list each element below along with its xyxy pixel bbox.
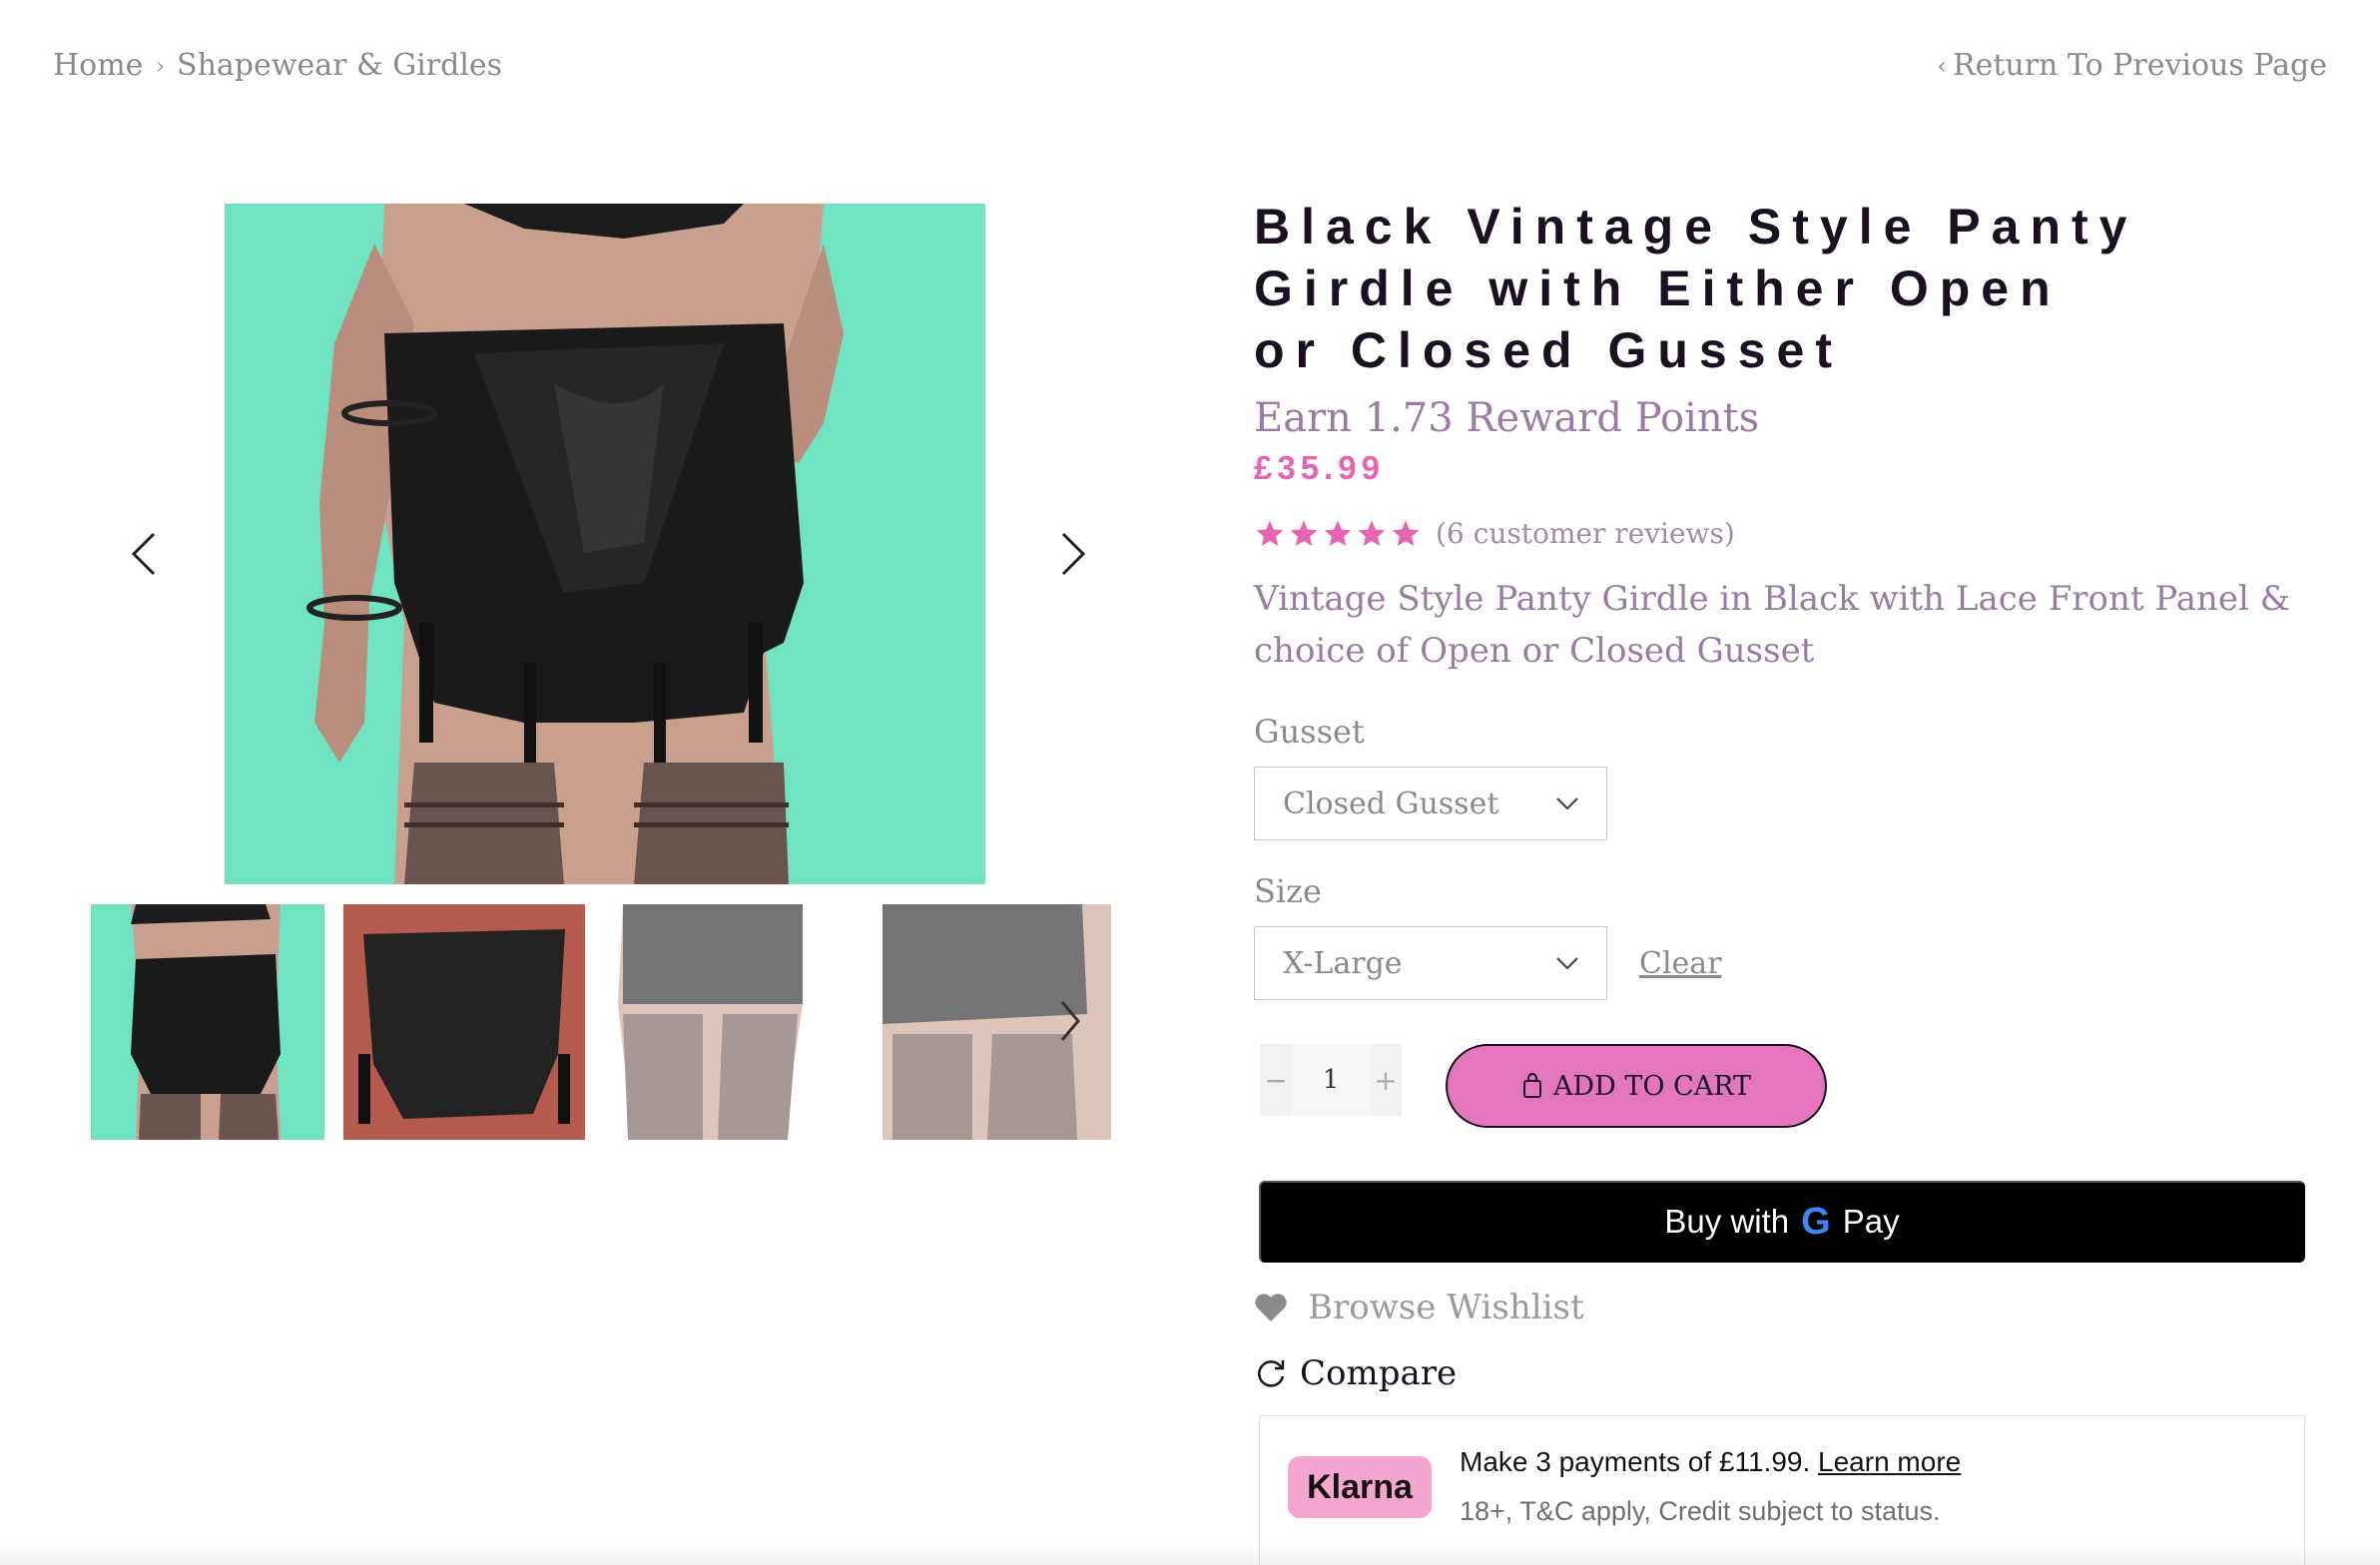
size-select-value: X-Large [1283,945,1403,981]
quantity-input[interactable]: 1 [1292,1044,1370,1116]
size-label: Size [1254,872,1322,910]
product-photo [225,204,985,884]
gallery-next-arrow-icon[interactable] [1053,529,1093,579]
star-icon [1324,520,1352,546]
thumbnail-strip [91,904,1111,1140]
quantity-increase-button[interactable]: + [1370,1044,1402,1116]
thumbnail-3[interactable] [603,904,852,1140]
return-to-previous-page-link[interactable]: ‹ Return To Previous Page [1937,48,2327,83]
reward-points: Earn 1.73 Reward Points [1254,395,1760,441]
klarna-message: Make 3 payments of £11.99. Learn more [1460,1446,1962,1477]
main-product-image[interactable] [225,204,985,884]
product-price: £35.99 [1254,449,1385,486]
product-short-description: Vintage Style Panty Girdle in Black with… [1254,579,2290,671]
refresh-icon [1258,1360,1285,1387]
thumbnail-next-arrow-icon[interactable] [1054,998,1084,1044]
klarna-logo: Klarna [1288,1456,1432,1518]
star-icon [1392,520,1420,546]
breadcrumb-category[interactable]: Shapewear & Girdles [177,48,502,83]
thumbnail-1-image [91,904,324,1140]
compare-link[interactable]: Compare [1254,1353,1457,1393]
size-select[interactable]: X-Large [1254,926,1607,1000]
shopping-bag-icon [1522,1073,1541,1098]
star-icon [1290,520,1318,546]
buy-with-google-pay-button[interactable]: Buy with G Pay [1259,1181,2305,1263]
thumbnail-1[interactable] [91,904,324,1140]
gpay-prefix: Buy with [1664,1203,1790,1240]
gpay-brand: Pay [1842,1203,1900,1240]
clear-selection-link[interactable]: Clear [1639,946,1722,981]
page-bottom-shadow [0,1545,2380,1565]
compare-label: Compare [1300,1353,1458,1393]
customer-reviews-link[interactable]: (6 customer reviews) [1436,517,1735,550]
thumbnail-2[interactable] [343,904,585,1140]
product-rating: (6 customer reviews) [1254,517,1735,550]
breadcrumb-separator-icon: › [155,51,166,80]
star-icon [1256,520,1284,546]
thumbnail-3-image [618,904,803,1140]
gusset-select[interactable]: Closed Gusset [1254,767,1607,840]
heart-icon [1255,1294,1287,1321]
product-title: Black Vintage Style Panty Girdle with Ei… [1254,199,2138,378]
star-rating [1254,518,1422,550]
google-g-icon: G [1801,1200,1831,1243]
quantity-decrease-button[interactable]: − [1260,1044,1292,1116]
gusset-label: Gusset [1254,713,1365,751]
thumbnail-2-image [343,904,585,1140]
wishlist-label: Browse Wishlist [1308,1288,1584,1327]
klarna-learn-more-link[interactable]: Learn more [1818,1446,1961,1477]
breadcrumb-home[interactable]: Home [53,48,143,83]
browse-wishlist-link[interactable]: Browse Wishlist [1254,1288,1584,1327]
quantity-stepper: − 1 + [1260,1044,1402,1116]
chevron-down-icon [1556,957,1578,970]
gallery-prev-arrow-icon[interactable] [124,529,164,579]
klarna-promo: Klarna Make 3 payments of £11.99. Learn … [1259,1415,2305,1565]
breadcrumb: Home › Shapewear & Girdles [53,48,502,83]
chevron-left-icon: ‹ [1937,51,1947,80]
return-link-label: Return To Previous Page [1952,48,2327,83]
add-to-cart-label: ADD TO CART [1552,1070,1752,1102]
chevron-down-icon [1556,797,1578,810]
add-to-cart-button[interactable]: ADD TO CART [1446,1044,1827,1128]
klarna-disclaimer: 18+, T&C apply, Credit subject to status… [1460,1496,1941,1526]
star-icon [1358,520,1386,546]
gusset-select-value: Closed Gusset [1283,785,1499,821]
